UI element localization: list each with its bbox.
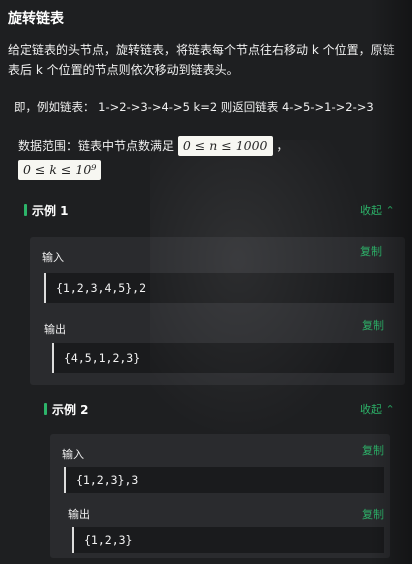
math-n-range: 0 ≤ n ≤ 1000	[177, 136, 273, 156]
example-1-header[interactable]: 示例 1 收起 ⌃	[24, 201, 406, 221]
input-label: 输入	[42, 251, 64, 264]
problem-title: 旋转链表	[8, 11, 64, 27]
output-code: {1,2,3}	[72, 527, 384, 553]
output-code: {4,5,1,2,3}	[52, 343, 394, 373]
section-marker	[24, 204, 27, 216]
copy-output-button[interactable]: 复制	[362, 317, 384, 333]
input-code: {1,2,3},3	[64, 467, 384, 493]
math-k-range: 0 ≤ k ≤ 10⁹	[18, 160, 102, 180]
collapse-label: 收起	[360, 403, 382, 416]
copy-input-button[interactable]: 复制	[362, 442, 384, 458]
copy-input-button[interactable]: 复制	[360, 243, 382, 259]
chevron-up-icon: ⌃	[385, 204, 395, 217]
example-2-panel: 输入 复制 {1,2,3},3 输出 复制 {1,2,3}	[50, 434, 390, 558]
input-code: {1,2,3,4,5},2	[44, 273, 394, 303]
data-range-label: 数据范围：链表中节点数满足	[18, 139, 175, 153]
input-label: 输入	[62, 448, 84, 461]
problem-description: 给定链表的头节点，旋转链表，将链表每个节点往右移动 k 个位置，原链表后 k 个…	[8, 43, 395, 77]
section-marker	[44, 403, 47, 415]
output-label: 输出	[68, 508, 90, 521]
collapse-button[interactable]: 收起 ⌃	[360, 401, 395, 417]
example-1-panel: 输入 复制 {1,2,3,4,5},2 输出 复制 {4,5,1,2,3}	[30, 237, 405, 385]
example-2-label: 示例 2	[52, 403, 89, 417]
collapse-label: 收起	[360, 204, 382, 217]
problem-page: 旋转链表 给定链表的头节点，旋转链表，将链表每个节点往右移动 k 个位置，原链表…	[0, 0, 412, 564]
example-2-header[interactable]: 示例 2 收起 ⌃	[44, 400, 402, 420]
copy-output-button[interactable]: 复制	[362, 506, 384, 522]
example-explanation: 即，例如链表： 1->2->3->4->5 k=2 则返回链表 4->5->1-…	[14, 100, 374, 114]
output-label: 输出	[44, 323, 66, 336]
example-1-label: 示例 1	[32, 204, 69, 218]
chevron-up-icon: ⌃	[385, 403, 395, 416]
collapse-button[interactable]: 收起 ⌃	[360, 202, 395, 218]
data-range: 数据范围：链表中节点数满足 0 ≤ n ≤ 1000 ， 0 ≤ k ≤ 10⁹	[18, 134, 403, 182]
data-range-separator: ，	[276, 139, 289, 153]
